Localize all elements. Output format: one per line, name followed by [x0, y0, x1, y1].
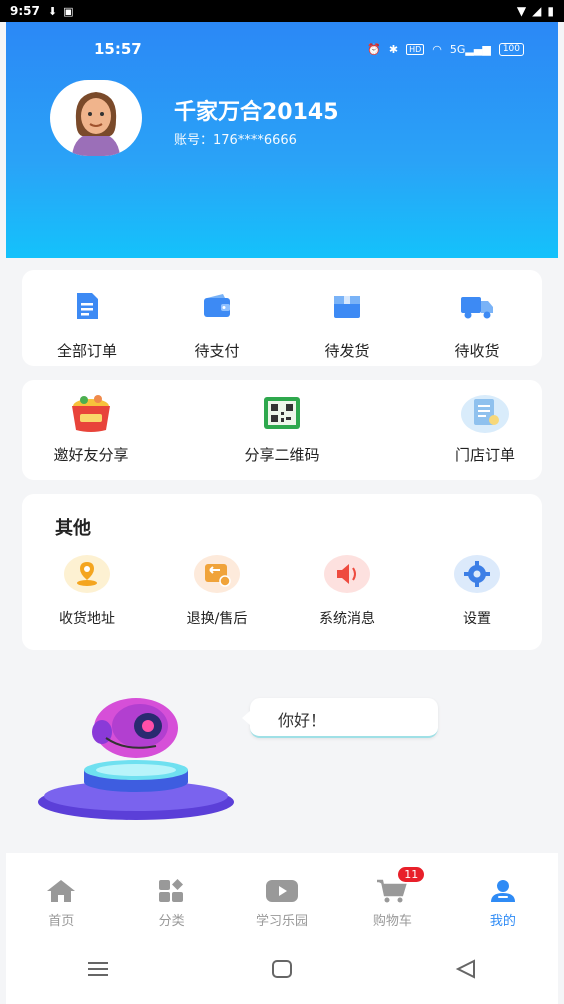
order-all[interactable]: 全部订单 — [22, 270, 152, 366]
tab-mine[interactable]: 我的 — [448, 853, 558, 938]
signal-5g-icon: 5G▂▄▆ — [449, 42, 491, 56]
speaker-icon — [323, 554, 371, 598]
tab-category[interactable]: 分类 — [116, 853, 226, 938]
system-time: 9:57 — [10, 4, 40, 18]
cart-icon — [376, 879, 408, 907]
tab-home-label: 首页 — [48, 914, 75, 929]
order-unshipped[interactable]: 待发货 — [282, 270, 412, 366]
assistant-greeting: 你好！ — [242, 698, 438, 738]
system-nav-bar — [6, 938, 558, 1004]
system-messages[interactable]: 系统消息 — [282, 554, 412, 634]
settings[interactable]: 设置 — [412, 554, 542, 634]
user-icon — [488, 879, 518, 907]
share-card: 邀好友分享 分享二维码 门店订单 — [22, 380, 542, 480]
other-card: 其他 收货地址 退换/售后 系统消息 设置 — [22, 494, 542, 650]
orders-card: 全部订单 待支付 待发货 待收货 — [22, 270, 542, 366]
category-icon — [157, 879, 187, 907]
returns-after-sales[interactable]: 退换/售后 — [152, 554, 282, 634]
tab-home[interactable]: 首页 — [6, 853, 116, 938]
inner-time: 15:57 — [94, 40, 142, 58]
home-icon — [46, 879, 76, 907]
system-status-bar: 9:57 ⬇ ▣ ▼ ◢ ▮ — [0, 0, 564, 22]
menu-icon[interactable] — [87, 960, 109, 982]
wifi-icon: ▼ — [516, 4, 527, 18]
user-account: 账号：176****6666 — [174, 133, 297, 148]
settings-label: 设置 — [463, 611, 491, 627]
box-icon — [331, 290, 363, 326]
wallet-icon — [201, 290, 233, 326]
notification-icon: ▣ — [63, 4, 74, 18]
returns-after-sales-label: 退换/售后 — [186, 611, 248, 627]
bottom-tab-bar: 首页 分类 学习乐园 11 购物车 我的 — [6, 853, 558, 938]
wifi-icon: ◠ — [432, 42, 442, 56]
gear-icon — [453, 554, 501, 598]
back-icon[interactable] — [455, 959, 477, 983]
shipping-address-label: 收货地址 — [59, 611, 115, 627]
tab-cart-label: 购物车 — [372, 914, 412, 929]
share-qr-code[interactable]: 分享二维码 — [227, 392, 337, 465]
cart-badge: 11 — [398, 867, 425, 882]
gift-bag-icon — [66, 392, 116, 438]
tab-learning[interactable]: 学习乐园 — [227, 853, 337, 938]
system-messages-label: 系统消息 — [319, 611, 375, 627]
download-icon: ⬇ — [47, 4, 58, 18]
profile-header: 15:57 ⏰ ✱ HD ◠ 5G▂▄▆ 100 千家万合20145 账号：17… — [6, 22, 558, 258]
battery-icon: ▮ — [547, 4, 554, 18]
battery-level: 100 — [498, 42, 524, 56]
order-all-label: 全部订单 — [56, 342, 117, 360]
other-title: 其他 — [55, 518, 91, 539]
return-icon — [193, 554, 241, 598]
store-order-icon — [460, 392, 510, 438]
tab-learning-label: 学习乐园 — [256, 914, 309, 929]
shipping-address[interactable]: 收货地址 — [22, 554, 152, 634]
home-button-icon[interactable] — [271, 959, 293, 983]
location-icon — [63, 554, 111, 598]
inner-status-bar: 15:57 ⏰ ✱ HD ◠ 5G▂▄▆ 100 — [94, 40, 524, 58]
tab-cart[interactable]: 11 购物车 — [337, 853, 447, 938]
qr-code-icon — [261, 392, 303, 438]
order-unreceived[interactable]: 待收货 — [412, 270, 542, 366]
store-orders[interactable]: 门店订单 — [430, 392, 540, 465]
avatar[interactable] — [50, 80, 142, 156]
share-qr-code-label: 分享二维码 — [244, 446, 320, 464]
tab-category-label: 分类 — [158, 914, 185, 929]
video-icon — [265, 879, 299, 907]
order-unreceived-label: 待收货 — [454, 342, 500, 360]
user-name: 千家万合20145 — [174, 100, 339, 125]
tab-mine-label: 我的 — [489, 914, 516, 929]
assistant-robot[interactable] — [36, 690, 236, 830]
document-icon — [71, 290, 103, 326]
order-unpaid[interactable]: 待支付 — [152, 270, 282, 366]
invite-friends-label: 邀好友分享 — [53, 446, 129, 464]
store-orders-label: 门店订单 — [454, 446, 515, 464]
order-unshipped-label: 待发货 — [324, 342, 370, 360]
bluetooth-icon: ✱ — [388, 42, 399, 56]
invite-friends[interactable]: 邀好友分享 — [36, 392, 146, 465]
alarm-icon: ⏰ — [367, 42, 381, 56]
hd-icon: HD — [406, 43, 425, 55]
order-unpaid-label: 待支付 — [194, 342, 240, 360]
truck-icon — [459, 290, 495, 326]
signal-icon: ◢ — [532, 4, 542, 18]
